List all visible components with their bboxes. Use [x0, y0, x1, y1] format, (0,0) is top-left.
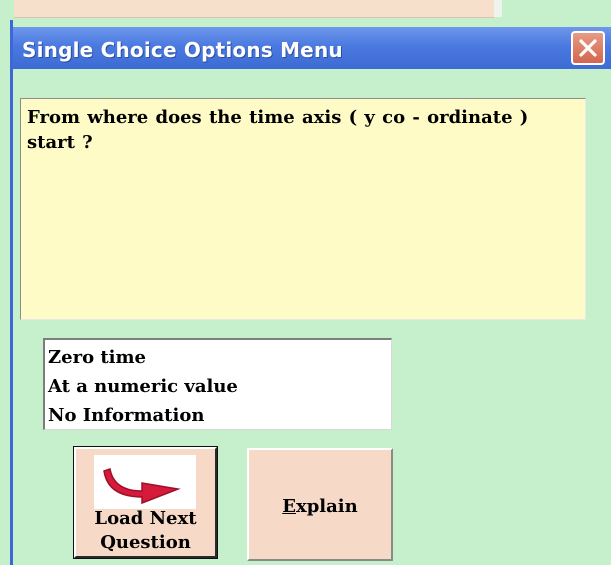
load-next-label-line1: Load Next: [94, 508, 197, 529]
options-listbox[interactable]: Zero time At a numeric value No Informat…: [43, 338, 392, 430]
explain-label: Explain: [249, 496, 391, 517]
option-zero-time[interactable]: Zero time: [48, 343, 391, 372]
window-title: Single Choice Options Menu: [22, 38, 343, 62]
load-next-question-button[interactable]: Load Next Question: [73, 446, 218, 559]
explain-mnemonic: E: [282, 496, 296, 517]
question-text: From where does the time axis ( y co - o…: [20, 98, 586, 320]
load-next-label: Load Next Question: [76, 507, 215, 555]
explain-label-rest: xplain: [295, 496, 358, 517]
window-left-border: [10, 20, 13, 565]
title-bar[interactable]: Single Choice Options Menu: [13, 27, 611, 69]
option-numeric-value[interactable]: At a numeric value: [48, 372, 391, 401]
explain-button[interactable]: Explain: [247, 448, 393, 561]
options-dialog: Single Choice Options Menu From where do…: [10, 20, 611, 565]
background-window-edge: [494, 0, 502, 17]
option-no-information[interactable]: No Information: [48, 401, 391, 430]
load-next-label-line2: Question: [100, 532, 191, 553]
background-window-strip: [14, 0, 502, 18]
close-button[interactable]: [571, 31, 605, 65]
curved-arrow-right-icon: [94, 455, 196, 513]
